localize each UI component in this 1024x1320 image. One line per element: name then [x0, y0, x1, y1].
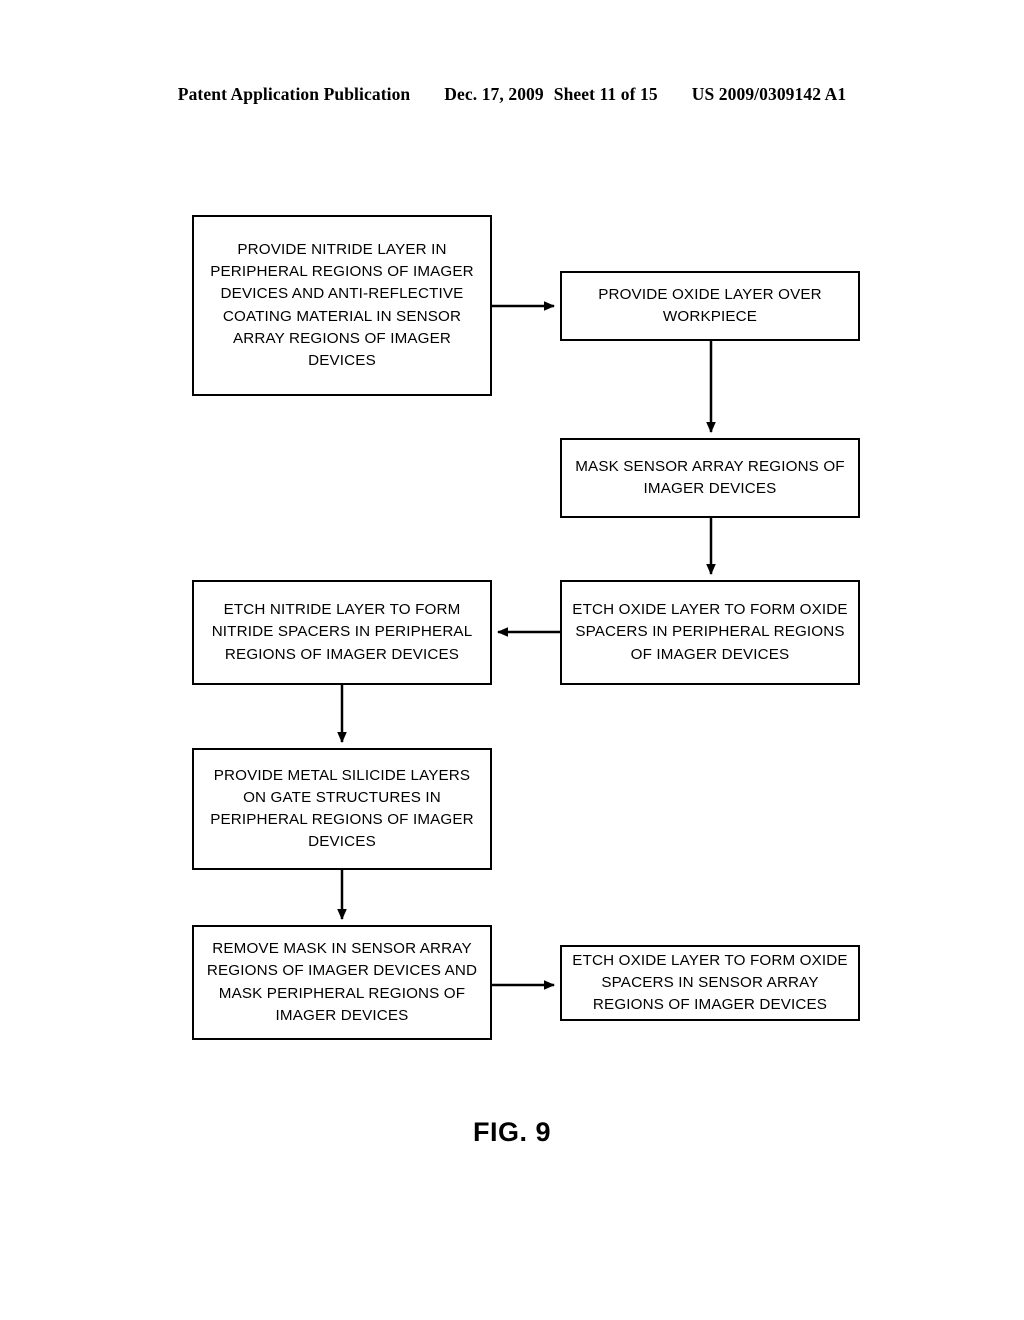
flow-box-etch-nitride-layer: ETCH NITRIDE LAYER TO FORM NITRIDE SPACE… — [192, 580, 492, 685]
flow-box-provide-oxide-layer: PROVIDE OXIDE LAYER OVER WORKPIECE — [560, 271, 860, 341]
flow-box-label: PROVIDE OXIDE LAYER OVER WORKPIECE — [598, 285, 822, 325]
flow-box-label: ETCH OXIDE LAYER TO FORM OXIDE SPACERS I… — [572, 951, 848, 1014]
flow-box-etch-oxide-layer-sensor-array: ETCH OXIDE LAYER TO FORM OXIDE SPACERS I… — [560, 945, 860, 1021]
flow-box-label: PROVIDE METAL SILICIDE LAYERS ON GATE ST… — [210, 766, 474, 851]
figure-caption: FIG. 9 — [472, 1117, 551, 1147]
flow-box-label: MASK SENSOR ARRAY REGIONS OF IMAGER DEVI… — [575, 457, 845, 497]
flow-box-label: ETCH OXIDE LAYER TO FORM OXIDE SPACERS I… — [572, 601, 848, 663]
flow-box-label: REMOVE MASK IN SENSOR ARRAY REGIONS OF I… — [206, 940, 478, 1024]
flow-box-label: PROVIDE NITRIDE LAYER IN PERIPHERAL REGI… — [210, 241, 474, 369]
flow-box-label: ETCH NITRIDE LAYER TO FORM NITRIDE SPACE… — [211, 601, 473, 663]
flow-box-provide-nitride-layer-and-arc: PROVIDE NITRIDE LAYER IN PERIPHERAL REGI… — [192, 215, 492, 396]
flow-box-etch-oxide-layer-peripheral: ETCH OXIDE LAYER TO FORM OXIDE SPACERS I… — [560, 580, 860, 685]
flow-box-remove-mask-sensor-array: REMOVE MASK IN SENSOR ARRAY REGIONS OF I… — [192, 925, 492, 1040]
flow-box-provide-metal-silicide-layers: PROVIDE METAL SILICIDE LAYERS ON GATE ST… — [192, 748, 492, 870]
flow-box-mask-sensor-array-regions: MASK SENSOR ARRAY REGIONS OF IMAGER DEVI… — [560, 438, 860, 518]
